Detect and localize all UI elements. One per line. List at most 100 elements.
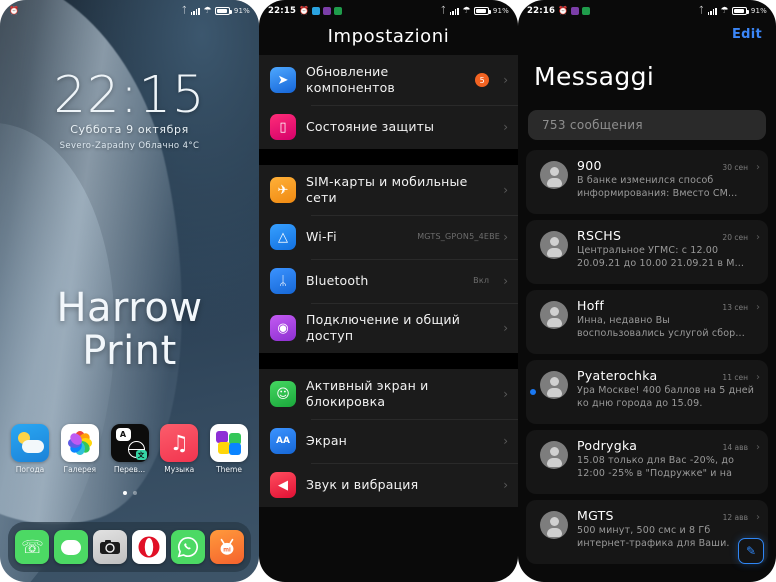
opera-icon[interactable] — [131, 530, 166, 564]
app-weather[interactable]: Погода — [8, 424, 52, 474]
settings-row-label: Подключение и общий доступ — [306, 312, 461, 343]
settings-row[interactable]: ☺ Активный экран и блокировка › — [259, 369, 518, 419]
weather-app-icon — [11, 424, 49, 462]
settings-row[interactable]: ◀ Звук и вибрация › — [259, 463, 518, 507]
message-preview: 500 минут, 500 смс и 8 Гб интернет-трафи… — [577, 525, 730, 549]
settings-group: ✈ SIM-карты и мобильные сети › △ Wi-Fi MGTS_G… — [259, 165, 518, 353]
translate-chip-icon: 文 — [135, 450, 147, 460]
message-list-item[interactable]: MGTS 12 авв › 500 минут, 500 смс и 8 Гб инт… — [526, 500, 768, 564]
message-meta: 30 сен › — [722, 162, 760, 173]
three-phone-screenshot: ⏰ ᛏ ☂ 91% 22:15 Суббота 9 октября Severo… — [0, 0, 776, 582]
signal-bars-icon — [449, 7, 460, 15]
message-preview: Центральное УГМС: с 12.00 20.09.21 до 10… — [577, 245, 745, 269]
mi-store-icon[interactable]: mi — [209, 530, 244, 564]
message-timestamp: 14 авв — [722, 443, 748, 452]
statusbar-clock: 22:16 — [527, 6, 556, 16]
battery-percent-label: 91% — [750, 7, 767, 15]
settings-row[interactable]: ✈ SIM-карты и мобильные сети › — [259, 165, 518, 215]
settings-row-badge: 5 — [475, 73, 490, 87]
camera-icon[interactable] — [93, 530, 128, 564]
bluetooth-icon: ᛦ — [270, 268, 296, 294]
bluetooth-icon: ᛏ — [698, 5, 705, 16]
message-body: Podrygka 14 авв › 15.08 только для Вас -20%… — [577, 438, 760, 480]
settings-row-label: Экран — [306, 433, 348, 448]
message-sender: Hoff — [577, 298, 605, 313]
app-translate[interactable]: A 文 Перев... — [108, 424, 152, 474]
page-dot-active[interactable] — [122, 491, 127, 495]
messages-icon[interactable] — [54, 530, 89, 564]
message-list-item[interactable]: RSCHS 20 сен › Центральное УГМС: с 12.00 20… — [526, 220, 768, 284]
lockscreen-clock: 22:15 — [53, 66, 206, 125]
app-label: Theme — [216, 465, 242, 474]
whatsapp-icon — [334, 7, 343, 15]
chevron-right-icon: › — [503, 321, 508, 335]
whatsapp-icon[interactable] — [170, 530, 205, 564]
app-label: Галерея — [63, 465, 96, 474]
message-timestamp: 13 сен — [722, 303, 748, 312]
theme-cube-icon — [229, 443, 241, 455]
message-list-item[interactable]: Hoff 13 сен › Инна, недавно Вы воспользовал… — [526, 290, 768, 354]
app-gallery[interactable]: Галерея — [58, 424, 102, 474]
translate-app-icon: A 文 — [110, 424, 149, 462]
settings-row[interactable]: AA Экран › — [259, 419, 518, 463]
brand-line-1: Harrow — [56, 285, 203, 331]
statusbar-lockscreen: ⏰ ᛏ ☂ 91% — [0, 0, 259, 22]
phone-settings: 22:15 ⏰ ᛏ ☂ 91% Impostazioni ➤ Обновление… — [259, 0, 518, 582]
settings-row[interactable]: ➤ Обновление компонентов 5 › — [259, 55, 518, 105]
avatar — [540, 441, 568, 469]
chevron-right-icon: › — [503, 230, 508, 244]
whatsapp-icon — [582, 7, 591, 15]
unread-dot-icon — [530, 389, 536, 395]
message-preview: В банке изменился способ информирования:… — [577, 175, 738, 199]
compose-icon[interactable]: ✎ — [738, 538, 764, 564]
message-header: 900 30 сен › — [577, 158, 760, 173]
lockscreen-date: Суббота 9 октября — [70, 123, 189, 136]
message-preview: 15.08 только для Вас -20%, до 12:00 -25%… — [577, 455, 735, 479]
message-list-item[interactable]: Pyaterochka 11 сен › Ура Москве! 400 баллов… — [526, 360, 768, 424]
message-header: Podrygka 14 авв › — [577, 438, 760, 453]
chevron-right-icon: › — [503, 183, 508, 197]
avatar — [540, 371, 568, 399]
message-timestamp: 30 сен — [722, 163, 748, 172]
chevron-right-icon: › — [756, 442, 760, 453]
app-theme[interactable]: Theme — [207, 424, 251, 474]
settings-row[interactable]: ᛦ Bluetooth Вкл › — [259, 259, 518, 303]
settings-row-label: Обновление компонентов — [306, 64, 395, 95]
message-list-item[interactable]: 900 30 сен › В банке изменился способ инфор… — [526, 150, 768, 214]
brand-line-2: Print — [82, 327, 177, 374]
message-sender: RSCHS — [577, 228, 622, 243]
chevron-right-icon: › — [503, 434, 508, 448]
message-preview: Инна, недавно Вы воспользовались услугой… — [577, 315, 745, 339]
edit-button[interactable]: Edit — [732, 27, 762, 42]
message-list[interactable]: 900 30 сен › В банке изменился способ инфор… — [526, 150, 768, 582]
message-list-item[interactable]: Podrygka 14 авв › 15.08 только для Вас -20%… — [526, 430, 768, 494]
settings-row-value: Вкл — [473, 276, 490, 285]
settings-row-label: Bluetooth — [306, 273, 369, 288]
settings-row[interactable]: ◉ Подключение и общий доступ › — [259, 303, 518, 353]
page-indicator-dots — [0, 491, 259, 495]
message-body: 900 30 сен › В банке изменился способ инфор… — [577, 158, 760, 200]
phone-icon[interactable]: ☏ — [15, 530, 50, 564]
wifi-icon: △ — [270, 224, 296, 250]
message-header: MGTS 12 авв › — [577, 508, 760, 523]
message-body: RSCHS 20 сен › Центральное УГМС: с 12.00 20… — [577, 228, 760, 270]
whatsapp-glyph — [177, 537, 198, 558]
page-dot[interactable] — [132, 491, 137, 495]
battery-icon — [474, 7, 491, 15]
app-music[interactable]: ♫ Музыка — [157, 424, 201, 474]
viber-icon — [571, 7, 580, 15]
settings-row[interactable]: △ Wi-Fi MGTS_GPON5_4EBE › — [259, 215, 518, 259]
sim-icon: ✈ — [270, 177, 296, 203]
search-input[interactable]: 753 сообщения — [528, 110, 766, 140]
settings-list[interactable]: ➤ Обновление компонентов 5 › ▯ Состояние защи… — [259, 55, 518, 582]
settings-row-label: Активный экран и блокировка — [306, 378, 429, 409]
settings-row[interactable]: ▯ Состояние защиты › — [259, 105, 518, 149]
settings-group: ➤ Обновление компонентов 5 › ▯ Состояние защи… — [259, 55, 518, 149]
statusbar-right-icons: ᛏ ☂ 91% — [441, 6, 509, 16]
opera-glyph — [138, 536, 160, 558]
message-meta: 13 сен › — [722, 302, 760, 313]
gallery-app-icon — [60, 424, 99, 462]
message-body: Hoff 13 сен › Инна, недавно Вы воспользовал… — [577, 298, 760, 340]
settings-row-value: MGTS_GPON5_4EBE — [417, 232, 501, 241]
signal-bars-icon — [707, 7, 718, 15]
